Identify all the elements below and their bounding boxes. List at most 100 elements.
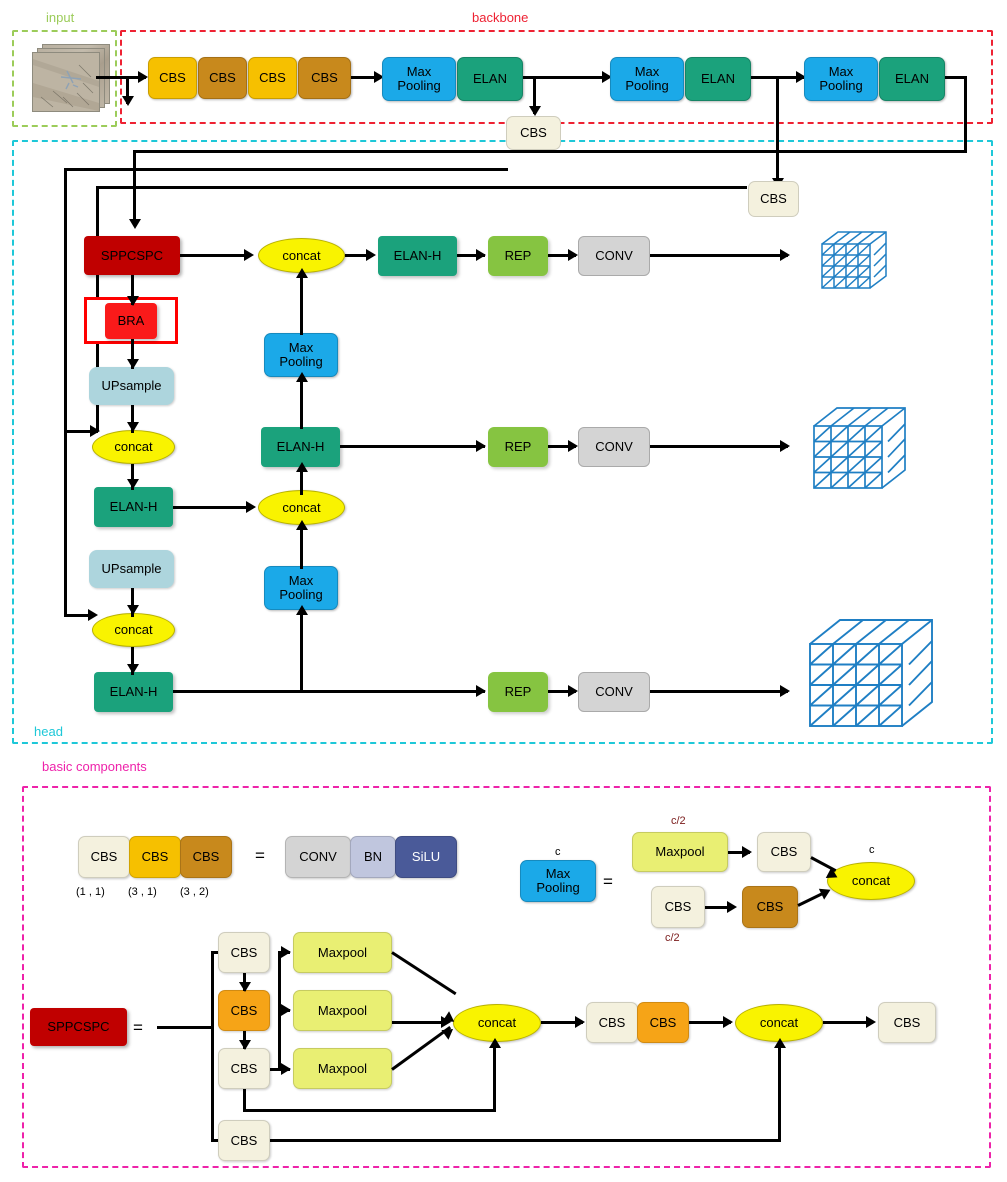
arrowhead [568,685,578,697]
basic-sppcspc-cbs-d[interactable]: CBS [586,1002,638,1043]
arrowhead [127,296,139,306]
edge-cbsskip-right [270,1139,781,1142]
maxpooling-label-line1: Max [406,64,432,80]
basic-sppcspc-concat-1[interactable]: concat [453,1004,541,1042]
maxpooling-label-line1: Max [288,573,314,589]
basic-cbs-3[interactable]: CBS [180,836,232,878]
backbone-elan-2[interactable]: ELAN [685,57,751,101]
edge-conv1-to-output [650,254,788,257]
edge-elanh3-to-pool2 [300,610,303,692]
basic-maxpool-top[interactable]: Maxpool [632,832,728,872]
basic-maxpool-cbs-bot-a[interactable]: CBS [651,886,705,928]
backbone-elan-1[interactable]: ELAN [457,57,523,101]
head-cbs[interactable]: CBS [748,181,799,217]
arrowhead [127,479,139,489]
maxpool-out-channel-label: c [869,844,875,856]
basic-maxpool-cbs-bot-b[interactable]: CBS [742,886,798,928]
backbone-maxpooling-2[interactable]: Max Pooling [610,57,684,101]
basic-cbs-1-params: (1 , 1) [76,886,105,898]
conv-3[interactable]: CONV [578,672,650,712]
basic-sppcspc-cbs-e[interactable]: CBS [637,1002,689,1043]
backbone-elan-3[interactable]: ELAN [879,57,945,101]
arrowhead [366,249,376,261]
basic-sppcspc-cbs-f[interactable]: CBS [878,1002,936,1043]
basic-maxpool-concat[interactable]: concat [827,862,915,900]
arrowhead [296,268,308,278]
upsample-block-2[interactable]: UPsample [89,550,174,588]
basic-sppcspc-maxpool-1[interactable]: Maxpool [293,932,392,973]
arrowhead [575,1016,585,1028]
edge-headcbs-left [96,186,747,189]
basic-bn[interactable]: BN [350,836,396,878]
arrowhead [476,249,486,261]
elan-h-1[interactable]: ELAN-H [94,487,173,527]
arrowhead [780,685,790,697]
basic-cbs-1[interactable]: CBS [78,836,130,878]
maxpooling-label-line1: Max [288,340,314,356]
maxpooling-label-line1: Max [634,64,660,80]
arrowhead [122,96,134,106]
arrowhead [774,1038,786,1048]
basic-conv[interactable]: CONV [285,836,351,878]
basic-sppcspc-concat-2[interactable]: concat [735,1004,823,1042]
rep-3[interactable]: REP [488,672,548,712]
backbone-cbs-1[interactable]: CBS [148,57,197,99]
basic-silu[interactable]: SiLU [395,836,457,878]
arrowhead [529,106,541,116]
basic-sppcspc-cbs-skip[interactable]: CBS [218,1120,270,1161]
basic-sppcspc-cbs-c[interactable]: CBS [218,1048,270,1089]
backbone-cbs-3[interactable]: CBS [248,57,297,99]
arrowhead [244,249,254,261]
maxpool-bottom-channel-label: c/2 [665,932,680,944]
maxpooling-label-line2: Pooling [279,587,323,602]
head-maxpooling-2[interactable]: Max Pooling [264,566,338,610]
basic-sppcspc-block[interactable]: SPPCSPC [30,1008,127,1046]
edge-conv3-to-output [650,690,788,693]
rep-1[interactable]: REP [488,236,548,276]
basic-sppcspc-cbs-b[interactable]: CBS [218,990,270,1031]
basic-sppcspc-cbs-a[interactable]: CBS [218,932,270,973]
upsample-block-1[interactable]: UPsample [89,367,174,405]
edge-elanh3-to-rep3 [173,690,485,693]
concat-1[interactable]: concat [92,430,175,464]
basic-sppcspc-maxpool-2[interactable]: Maxpool [293,990,392,1031]
equals-sign-maxpool: = [603,872,613,891]
backbone-maxpooling-3[interactable]: Max Pooling [804,57,878,101]
maxpooling-label-line1: Max [828,64,854,80]
arrowhead [568,440,578,452]
output-feature-map-large [800,613,940,744]
conv-2[interactable]: CONV [578,427,650,467]
basic-cbs-2[interactable]: CBS [129,836,181,878]
maxpooling-label-line2: Pooling [625,78,669,93]
edge-sppcspc-split [211,952,214,1142]
section-label-head: head [34,724,63,739]
output-feature-map-medium [806,403,912,504]
output-feature-map-small [816,228,890,301]
backbone-maxpooling-1[interactable]: Max Pooling [382,57,456,101]
elan-h-2[interactable]: ELAN-H [261,427,340,467]
basic-sppcspc-maxpool-3[interactable]: Maxpool [293,1048,392,1089]
bridge-cbs[interactable]: CBS [506,116,561,150]
concat-3[interactable]: concat [92,613,175,647]
arrowhead [476,440,486,452]
edge-pool1-to-concat-top [300,273,303,335]
backbone-cbs-4[interactable]: CBS [298,57,351,99]
sppcspc-block[interactable]: SPPCSPC [84,236,180,275]
rep-2[interactable]: REP [488,427,548,467]
edge-bridgecbs-left [64,168,508,171]
backbone-cbs-2[interactable]: CBS [198,57,247,99]
arrowhead [296,605,308,615]
elan-h-out-1[interactable]: ELAN-H [378,236,457,276]
edge-cbsskip-up [778,1044,781,1140]
edge-bridgecbs-down [64,168,67,616]
edge-conv2-to-output [650,445,788,448]
basic-maxpool-cbs-top[interactable]: CBS [757,832,811,872]
basic-maxpooling-block[interactable]: Max Pooling [520,860,596,902]
maxpooling-label-line2: Pooling [819,78,863,93]
elan-h-3[interactable]: ELAN-H [94,672,173,712]
conv-1[interactable]: CONV [578,236,650,276]
arrowhead [127,359,139,369]
head-maxpooling-1[interactable]: Max Pooling [264,333,338,377]
edge-cbsc-bypass-right [243,1109,496,1112]
bra-block[interactable]: BRA [105,303,157,339]
